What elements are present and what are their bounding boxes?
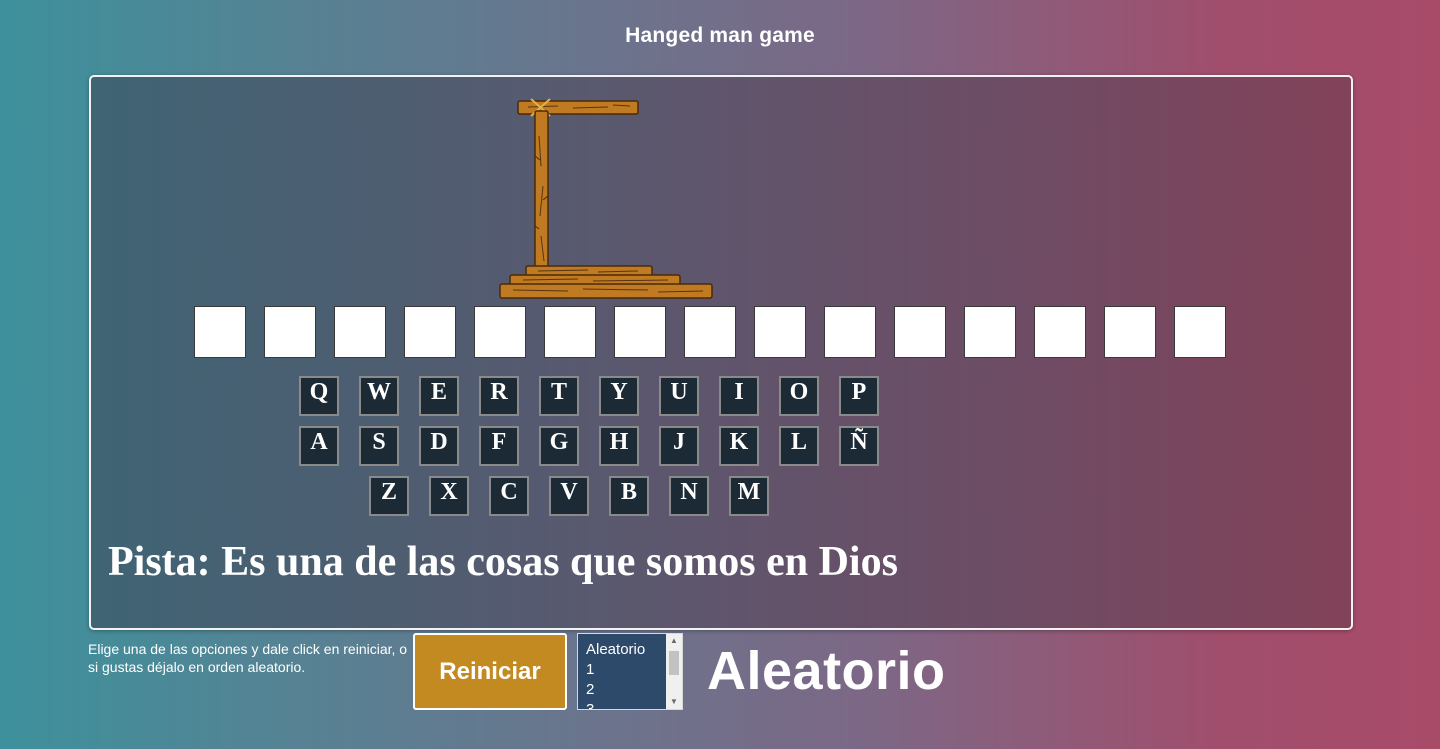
letter-key[interactable]: V xyxy=(549,476,589,516)
letter-key[interactable]: M xyxy=(729,476,769,516)
listbox-scrollbar[interactable]: ▲ ▼ xyxy=(666,634,682,709)
letter-key[interactable]: R xyxy=(479,376,519,416)
letter-key[interactable]: N xyxy=(669,476,709,516)
scroll-down-arrow-icon[interactable]: ▼ xyxy=(666,695,682,709)
letter-key[interactable]: Y xyxy=(599,376,639,416)
letter-slot xyxy=(964,306,1016,358)
scroll-up-arrow-icon[interactable]: ▲ xyxy=(666,634,682,648)
selected-option-label: Aleatorio xyxy=(707,641,946,701)
hint-text: Pista: Es una de las cosas que somos en … xyxy=(108,539,898,585)
letter-slot xyxy=(614,306,666,358)
listbox-option[interactable]: 3 xyxy=(586,700,645,709)
letter-key[interactable]: L xyxy=(779,426,819,466)
letter-slot xyxy=(264,306,316,358)
letter-key[interactable]: C xyxy=(489,476,529,516)
letter-key[interactable]: K xyxy=(719,426,759,466)
letter-key[interactable]: F xyxy=(479,426,519,466)
letter-slot xyxy=(1174,306,1226,358)
letter-key[interactable]: P xyxy=(839,376,879,416)
letter-key[interactable]: W xyxy=(359,376,399,416)
letter-slot xyxy=(194,306,246,358)
letter-slot xyxy=(334,306,386,358)
instructions-text: Elige una de las opciones y dale click e… xyxy=(88,641,408,675)
page-title: Hanged man game xyxy=(625,24,815,47)
letter-slot xyxy=(404,306,456,358)
listbox-options: Aleatorio 1 2 3 xyxy=(586,640,645,709)
reset-button[interactable]: Reiniciar xyxy=(413,633,567,710)
letter-key[interactable]: Q xyxy=(299,376,339,416)
letter-key[interactable]: I xyxy=(719,376,759,416)
listbox-option[interactable]: 2 xyxy=(586,680,645,700)
letter-key[interactable]: G xyxy=(539,426,579,466)
letter-key[interactable]: S xyxy=(359,426,399,466)
scroll-thumb[interactable] xyxy=(669,651,679,675)
listbox-option[interactable]: Aleatorio xyxy=(586,640,645,660)
letter-key[interactable]: D xyxy=(419,426,459,466)
letter-key[interactable]: Z xyxy=(369,476,409,516)
letter-slot xyxy=(474,306,526,358)
letter-key[interactable]: Ñ xyxy=(839,426,879,466)
letter-key[interactable]: O xyxy=(779,376,819,416)
word-set-listbox[interactable]: Aleatorio 1 2 3 ▲ ▼ xyxy=(577,633,683,710)
letter-slot xyxy=(1104,306,1156,358)
letter-slot xyxy=(754,306,806,358)
letter-key[interactable]: J xyxy=(659,426,699,466)
listbox-option[interactable]: 1 xyxy=(586,660,645,680)
letter-key[interactable]: H xyxy=(599,426,639,466)
letter-slot xyxy=(544,306,596,358)
letter-key[interactable]: X xyxy=(429,476,469,516)
letter-slot xyxy=(1034,306,1086,358)
gallows-image xyxy=(499,98,713,299)
letter-key[interactable]: E xyxy=(419,376,459,416)
letter-slot xyxy=(894,306,946,358)
letter-key[interactable]: U xyxy=(659,376,699,416)
letter-key[interactable]: B xyxy=(609,476,649,516)
letter-key[interactable]: T xyxy=(539,376,579,416)
letter-slot xyxy=(824,306,876,358)
letter-slot xyxy=(684,306,736,358)
letter-key[interactable]: A xyxy=(299,426,339,466)
